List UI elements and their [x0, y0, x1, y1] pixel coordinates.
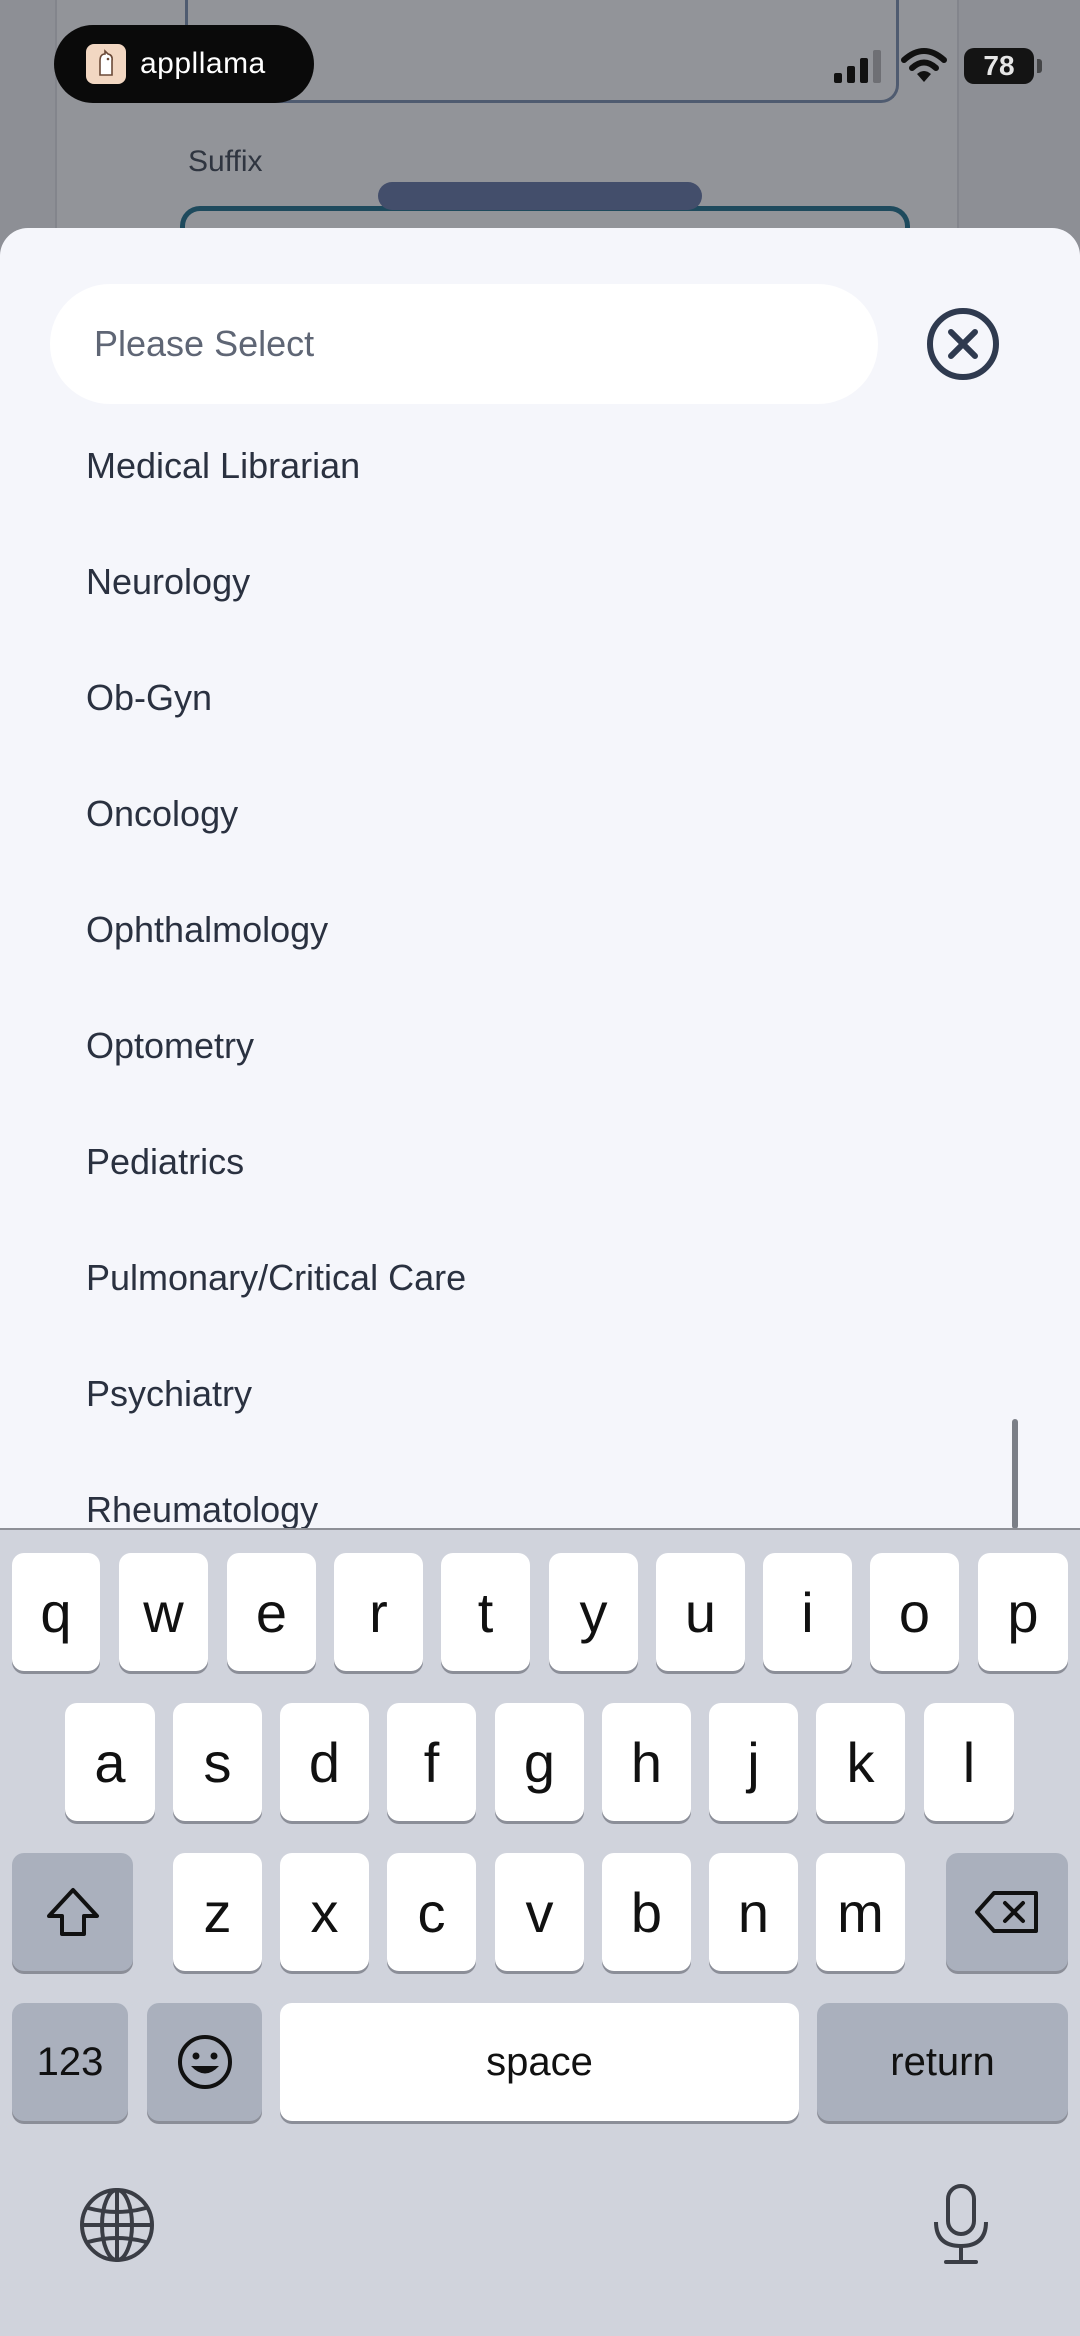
list-item[interactable]: Ob-Gyn: [0, 640, 1080, 756]
key-q[interactable]: q: [12, 1553, 100, 1671]
list-item[interactable]: Medical Librarian: [0, 408, 1080, 524]
list-item[interactable]: Pediatrics: [0, 1104, 1080, 1220]
space-key[interactable]: space: [280, 2003, 799, 2121]
cellular-signal-icon: [834, 50, 881, 83]
list-item[interactable]: Optometry: [0, 988, 1080, 1104]
key-f[interactable]: f: [387, 1703, 476, 1821]
key-n[interactable]: n: [709, 1853, 798, 1971]
key-v[interactable]: v: [495, 1853, 584, 1971]
close-button[interactable]: [925, 306, 1001, 382]
list-item[interactable]: Ophthalmology: [0, 872, 1080, 988]
wifi-icon: [901, 48, 947, 82]
key-k[interactable]: k: [816, 1703, 905, 1821]
emoji-icon: [177, 2035, 232, 2089]
key-i[interactable]: i: [763, 1553, 852, 1671]
close-circle-icon: [927, 308, 999, 380]
list-item[interactable]: Oncology: [0, 756, 1080, 872]
app-name: appllama: [140, 47, 266, 80]
status-icons: 78: [832, 48, 1042, 84]
app-badge: appllama: [54, 25, 314, 103]
list-item[interactable]: Psychiatry: [0, 1336, 1080, 1452]
key-o[interactable]: o: [870, 1553, 959, 1671]
key-s[interactable]: s: [173, 1703, 262, 1821]
key-j[interactable]: j: [709, 1703, 798, 1821]
list-item[interactable]: Neurology: [0, 524, 1080, 640]
key-t[interactable]: t: [441, 1553, 530, 1671]
key-u[interactable]: u: [656, 1553, 745, 1671]
key-r[interactable]: r: [334, 1553, 423, 1671]
search-input[interactable]: [50, 284, 878, 404]
return-key[interactable]: return: [817, 2003, 1068, 2121]
key-d[interactable]: d: [280, 1703, 369, 1821]
key-e[interactable]: e: [227, 1553, 316, 1671]
battery-indicator: 78: [964, 48, 1042, 84]
list-scrollbar[interactable]: [1012, 1419, 1018, 1528]
option-list: Medical Librarian Neurology Ob-Gyn Oncol…: [0, 408, 1080, 1528]
selection-sheet: Medical Librarian Neurology Ob-Gyn Oncol…: [0, 228, 1080, 1528]
key-l[interactable]: l: [924, 1703, 1014, 1821]
list-item[interactable]: Pulmonary/Critical Care: [0, 1220, 1080, 1336]
sheet-drag-handle[interactable]: [378, 182, 702, 210]
key-g[interactable]: g: [495, 1703, 584, 1821]
backspace-icon: [975, 1891, 1038, 1933]
keyboard: q w e r t y u i o p a s d f g h j k l z …: [0, 1530, 1080, 2336]
shift-arrow-icon: [46, 1888, 99, 1936]
key-m[interactable]: m: [816, 1853, 905, 1971]
key-b[interactable]: b: [602, 1853, 691, 1971]
emoji-key[interactable]: [147, 2003, 262, 2121]
battery-nub: [1037, 59, 1042, 73]
key-h[interactable]: h: [602, 1703, 691, 1821]
key-w[interactable]: w: [119, 1553, 208, 1671]
key-y[interactable]: y: [549, 1553, 638, 1671]
llama-logo-icon: [86, 44, 126, 84]
backspace-key[interactable]: [946, 1853, 1068, 1971]
numbers-key[interactable]: 123: [12, 2003, 128, 2121]
globe-icon[interactable]: [78, 2186, 156, 2269]
background-field-label: Suffix: [188, 145, 263, 178]
shift-key[interactable]: [12, 1853, 133, 1971]
battery-level: 78: [964, 48, 1034, 84]
list-item[interactable]: Rheumatology: [0, 1452, 1080, 1528]
key-z[interactable]: z: [173, 1853, 262, 1971]
key-a[interactable]: a: [65, 1703, 155, 1821]
key-p[interactable]: p: [978, 1553, 1068, 1671]
key-c[interactable]: c: [387, 1853, 476, 1971]
key-x[interactable]: x: [280, 1853, 369, 1971]
microphone-icon[interactable]: [930, 2182, 992, 2273]
